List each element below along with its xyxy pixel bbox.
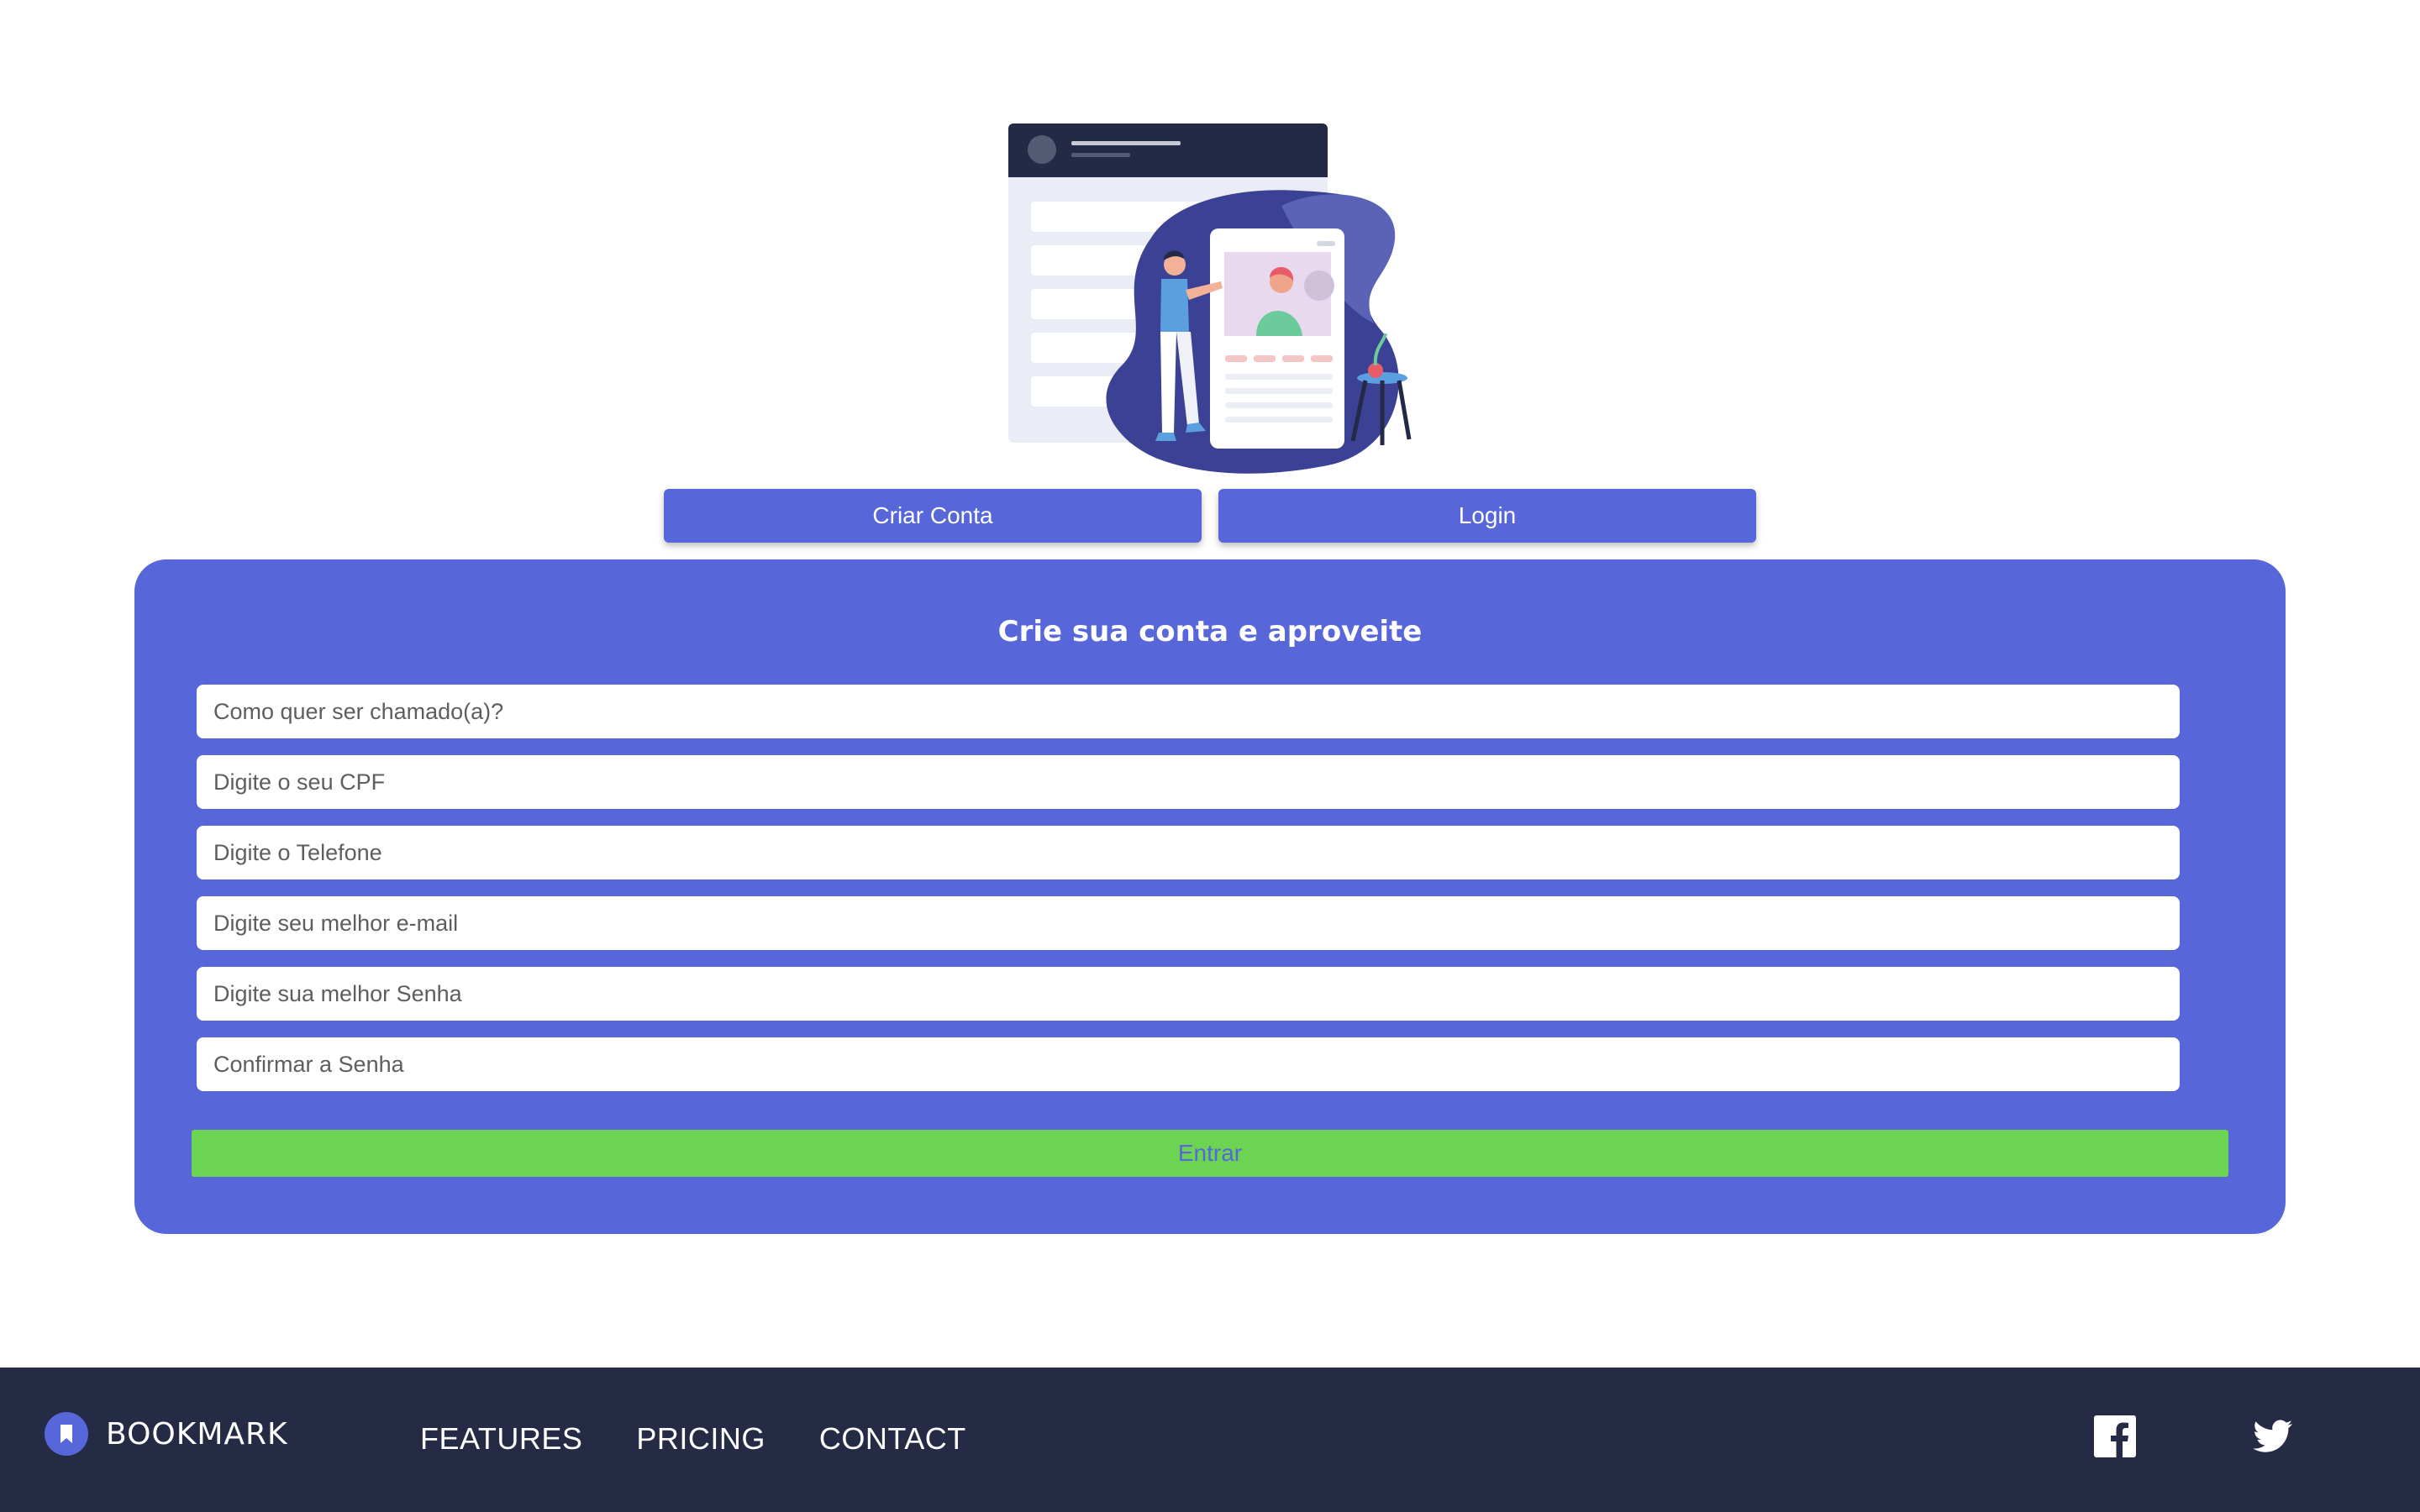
nav-pricing[interactable]: PRICING [636,1421,765,1457]
brand-name: BOOKMARK [106,1416,288,1452]
footer: BOOKMARK FEATURES PRICING CONTACT [0,1368,2420,1512]
tab-create-account[interactable]: Criar Conta [664,489,1202,543]
nav-features[interactable]: FEATURES [420,1421,582,1457]
bookmark-logo-icon [45,1412,88,1456]
cpf-field[interactable] [197,755,2180,809]
name-field[interactable] [197,685,2180,738]
facebook-icon[interactable] [2092,1414,2138,1459]
twitter-icon[interactable] [2250,1414,2296,1459]
submit-button[interactable]: Entrar [192,1130,2228,1177]
hero-illustration [1004,122,1416,475]
email-field[interactable] [197,896,2180,950]
form-title: Crie sua conta e aproveite [997,615,1423,648]
phone-field[interactable] [197,826,2180,879]
nav-contact[interactable]: CONTACT [819,1421,966,1457]
footer-nav: FEATURES PRICING CONTACT [420,1421,966,1457]
signup-form-card: Crie sua conta e aproveite Entrar [134,559,2286,1234]
tab-login[interactable]: Login [1218,489,1756,543]
password-field[interactable] [197,967,2180,1021]
confirm-password-field[interactable] [197,1037,2180,1091]
brand-logo[interactable]: BOOKMARK [45,1412,288,1456]
